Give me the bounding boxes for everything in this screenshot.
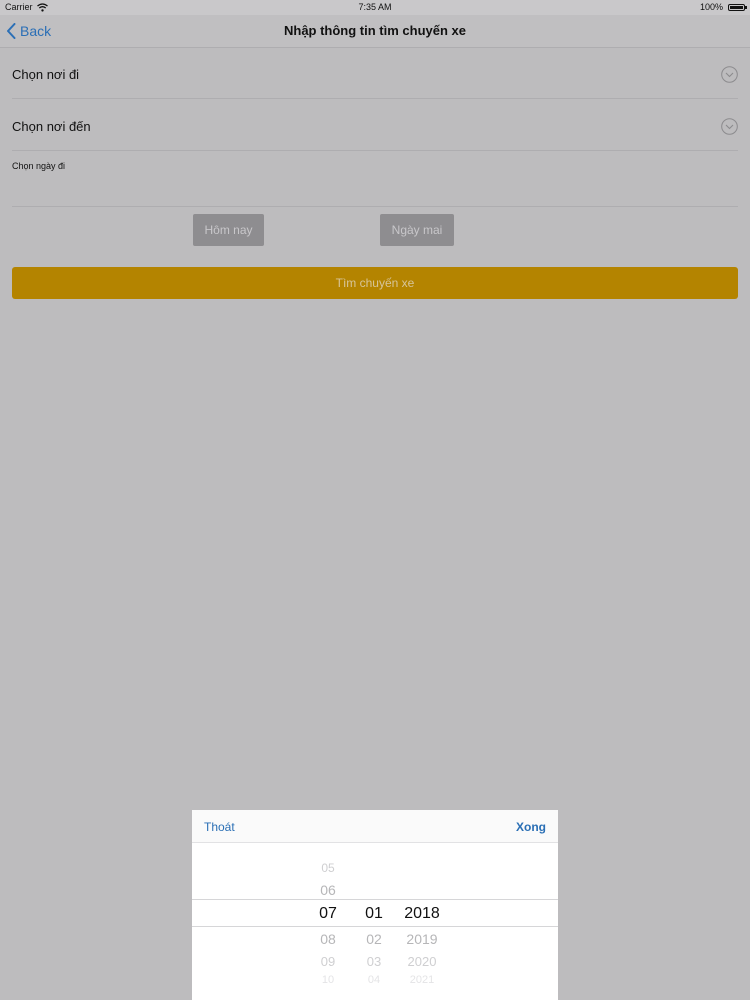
wheel-item-selected: 2018 — [404, 905, 440, 922]
date-field[interactable]: Chọn ngày đi — [12, 152, 738, 207]
wheel-item: 05 — [321, 861, 335, 875]
picker-done-button[interactable]: Xong — [516, 820, 546, 834]
wheel-item: 02 — [366, 931, 382, 947]
clock: 7:35 AM — [358, 2, 392, 12]
wheel-item: 2019 — [406, 931, 438, 947]
wheel-item: 08 — [320, 931, 336, 947]
battery-icon — [728, 4, 747, 11]
wheel-item: 03 — [366, 954, 382, 969]
wheel-item: 2020 — [407, 954, 437, 969]
month-wheel[interactable]: 05 06 07 08 09 10 — [310, 843, 346, 1000]
chevron-down-circle-icon — [721, 118, 738, 135]
wheel-item-selected: 07 — [319, 905, 337, 922]
picker-cancel-button[interactable]: Thoát — [204, 820, 235, 834]
page-title: Nhập thông tin tìm chuyến xe — [283, 23, 466, 38]
wheel-item: 10 — [321, 974, 335, 983]
date-label: Chọn ngày đi — [12, 161, 66, 171]
destination-select[interactable]: Chọn nơi đến — [12, 100, 738, 151]
year-wheel[interactable]: 2018 2019 2020 2021 — [400, 843, 444, 1000]
wheel-item: 09 — [320, 954, 336, 969]
today-button[interactable]: Hôm nay — [193, 214, 264, 246]
origin-label: Chọn nơi đi — [12, 67, 80, 82]
day-wheel[interactable]: 01 02 03 04 — [358, 843, 390, 1000]
tomorrow-button[interactable]: Ngày mai — [380, 214, 454, 246]
status-bar: Carrier 7:35 AM 100% — [0, 0, 750, 15]
wheel-item-selected: 01 — [365, 905, 383, 922]
chevron-down-circle-icon — [721, 66, 738, 83]
destination-label: Chọn nơi đến — [12, 119, 91, 134]
wheel-item: 04 — [367, 974, 381, 983]
wheel-item: 2021 — [409, 974, 435, 983]
search-trip-button[interactable]: Tìm chuyến xe — [12, 267, 738, 299]
picker-toolbar: Thoát Xong — [192, 810, 558, 843]
battery-percent: 100% — [699, 2, 723, 12]
origin-select[interactable]: Chọn nơi đi — [12, 48, 738, 99]
nav-bar: Back Nhập thông tin tìm chuyến xe — [0, 15, 750, 48]
date-picker-sheet: Thoát Xong 05 06 07 08 09 10 01 02 03 04… — [192, 810, 558, 1000]
wheel-item: 06 — [320, 882, 336, 898]
